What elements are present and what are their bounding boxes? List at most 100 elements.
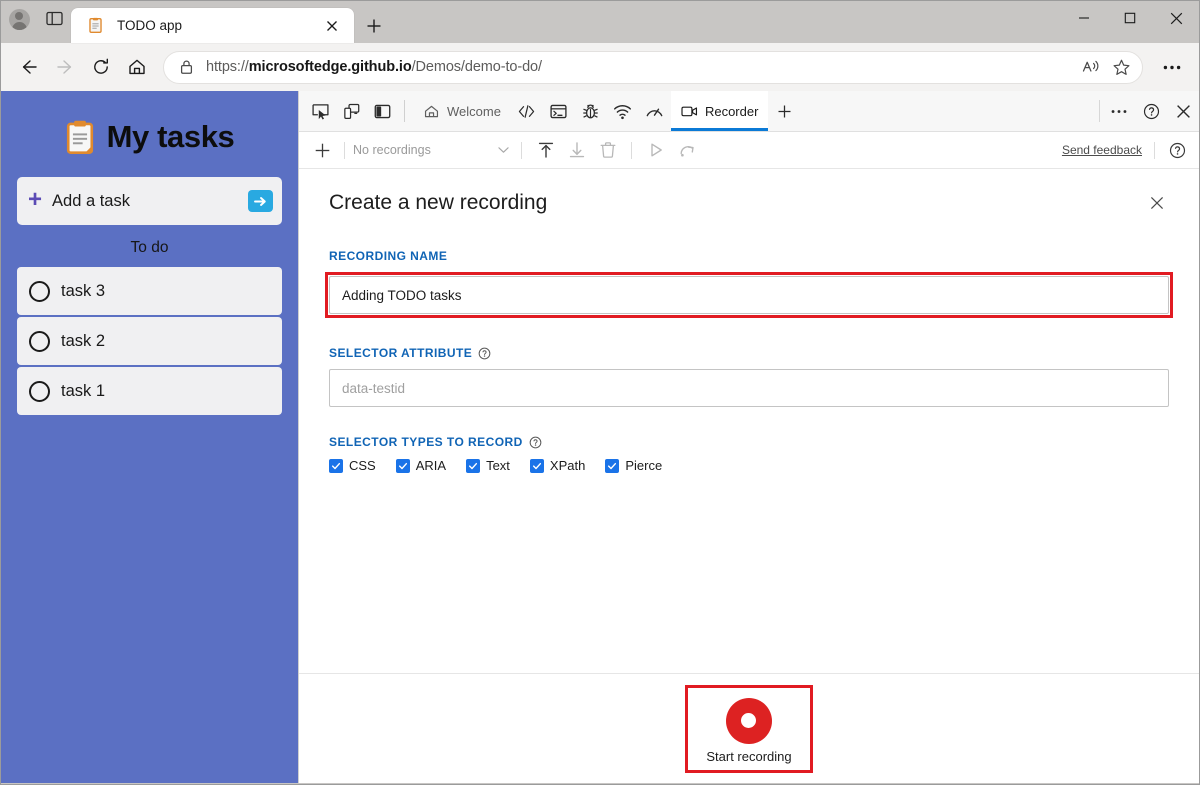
question-circle-icon: [1143, 103, 1159, 119]
import-recording-button[interactable]: [530, 137, 561, 164]
tab-welcome[interactable]: Welcome: [413, 91, 511, 131]
play-triangle-icon: [650, 143, 662, 157]
url-scheme: https://: [206, 59, 249, 75]
console-icon: [550, 104, 568, 118]
close-icon: [1176, 104, 1190, 118]
form-close-button[interactable]: [1145, 191, 1169, 215]
inspect-element-button[interactable]: [305, 91, 336, 131]
tab-console[interactable]: [543, 91, 575, 131]
tab-elements[interactable]: [511, 91, 543, 131]
form-header: Create a new recording: [329, 191, 1169, 215]
question-circle-icon[interactable]: [529, 436, 542, 449]
checkbox-css[interactable]: CSS: [329, 458, 376, 473]
sources-bug-icon: [583, 104, 599, 118]
divider: [1099, 100, 1100, 122]
tab-recorder[interactable]: Recorder: [670, 91, 769, 131]
clipboard-icon: [66, 120, 93, 154]
back-arrow-icon: [22, 60, 37, 74]
selector-types-field: SELECTOR TYPES TO RECORD CSS ARIA Text X…: [329, 435, 1169, 473]
read-aloud-button[interactable]: [1076, 52, 1106, 82]
add-task-input[interactable]: + Add a task: [17, 177, 282, 225]
browser-settings-button[interactable]: [1155, 50, 1189, 84]
trash-icon: [600, 142, 615, 158]
task-complete-toggle[interactable]: [29, 330, 50, 352]
new-tab-button[interactable]: [356, 8, 392, 43]
tab-search-icon: [45, 11, 63, 26]
list-item[interactable]: task 1: [17, 367, 282, 415]
checkbox-aria[interactable]: ARIA: [395, 458, 447, 473]
selector-attribute-field: SELECTOR ATTRIBUTE data-testid: [329, 346, 1169, 407]
checkbox-box[interactable]: [605, 458, 620, 473]
recording-name-highlight: Adding TODO tasks: [325, 272, 1173, 318]
browser-tab-todo-app[interactable]: TODO app: [71, 8, 354, 43]
tab-search-button[interactable]: [37, 1, 71, 43]
recordings-dropdown[interactable]: No recordings: [353, 139, 513, 162]
check-icon: [398, 462, 407, 469]
selector-attribute-input[interactable]: data-testid: [329, 369, 1169, 407]
tab-close-button[interactable]: [320, 14, 344, 38]
window-close-button[interactable]: [1153, 1, 1199, 35]
address-bar[interactable]: https://microsoftedge.github.io/Demos/de…: [163, 50, 1143, 84]
arrow-right-icon: [254, 196, 266, 206]
task-label: task 2: [61, 331, 106, 350]
list-item[interactable]: task 3: [17, 267, 282, 315]
tab-network[interactable]: [607, 91, 639, 131]
lock-icon[interactable]: [176, 57, 196, 77]
back-button[interactable]: [11, 49, 47, 85]
checkbox-xpath[interactable]: XPath: [529, 458, 585, 473]
checkbox-box[interactable]: [329, 458, 343, 473]
profile-button[interactable]: [1, 1, 37, 43]
check-icon: [532, 462, 541, 469]
recordings-dropdown-value: No recordings: [353, 143, 431, 157]
task-complete-toggle[interactable]: [29, 380, 50, 402]
devtools-tabbar-actions: [1096, 91, 1199, 131]
start-recording-highlight[interactable]: Start recording: [685, 684, 813, 773]
checkbox-pierce[interactable]: Pierce: [605, 458, 662, 473]
selector-attribute-label-text: SELECTOR ATTRIBUTE: [329, 346, 473, 360]
checkbox-box[interactable]: [466, 458, 481, 473]
home-button[interactable]: [119, 49, 155, 85]
list-item[interactable]: task 2: [17, 317, 282, 365]
clipboard-favicon: [89, 17, 102, 33]
dock-side-button[interactable]: [367, 91, 398, 131]
tab-strip: TODO app: [1, 1, 1199, 43]
recorder-camera-icon: [681, 106, 697, 116]
close-icon: [327, 20, 337, 31]
devtools-more-button[interactable]: [1103, 91, 1135, 131]
add-favorite-button[interactable]: [1106, 52, 1136, 82]
home-icon: [129, 59, 145, 75]
window-maximize-button[interactable]: [1107, 1, 1153, 35]
todo-app-header: My tasks: [17, 119, 282, 155]
chevron-down-icon: [498, 147, 509, 153]
question-circle-icon[interactable]: [478, 347, 491, 360]
add-devtools-tab-button[interactable]: [768, 91, 800, 131]
devtools-help-button[interactable]: [1135, 91, 1167, 131]
checkbox-box[interactable]: [395, 458, 410, 473]
create-recording-button[interactable]: [309, 137, 336, 164]
task-complete-toggle[interactable]: [29, 280, 50, 302]
devtools-panel: Welcome Recorder No recordings Send feed…: [298, 91, 1199, 783]
maximize-icon: [1124, 12, 1136, 24]
checkbox-box[interactable]: [529, 458, 544, 473]
reload-button[interactable]: [83, 49, 119, 85]
recording-name-input[interactable]: Adding TODO tasks: [329, 276, 1169, 314]
todo-app-page: My tasks + Add a task To do task 3 task …: [1, 91, 298, 783]
tab-sources[interactable]: [575, 91, 607, 131]
add-task-submit-button[interactable]: [248, 190, 273, 212]
checkbox-label: ARIA: [415, 458, 447, 473]
network-wifi-icon: [614, 104, 632, 119]
step-over-icon: [680, 146, 694, 157]
tab-label: Welcome: [447, 103, 501, 119]
divider: [1154, 141, 1155, 159]
recorder-help-button[interactable]: [1163, 137, 1191, 164]
checkbox-text[interactable]: Text: [466, 458, 510, 473]
send-feedback-link[interactable]: Send feedback: [1062, 143, 1146, 157]
performance-gauge-icon: [647, 108, 663, 116]
elements-icon: [519, 104, 535, 118]
window-minimize-button[interactable]: [1061, 1, 1107, 35]
plus-icon: +: [28, 186, 43, 213]
device-emulation-button[interactable]: [336, 91, 367, 131]
devtools-close-button[interactable]: [1167, 91, 1199, 131]
tab-performance[interactable]: [639, 91, 671, 131]
tab-label: Recorder: [704, 103, 759, 119]
